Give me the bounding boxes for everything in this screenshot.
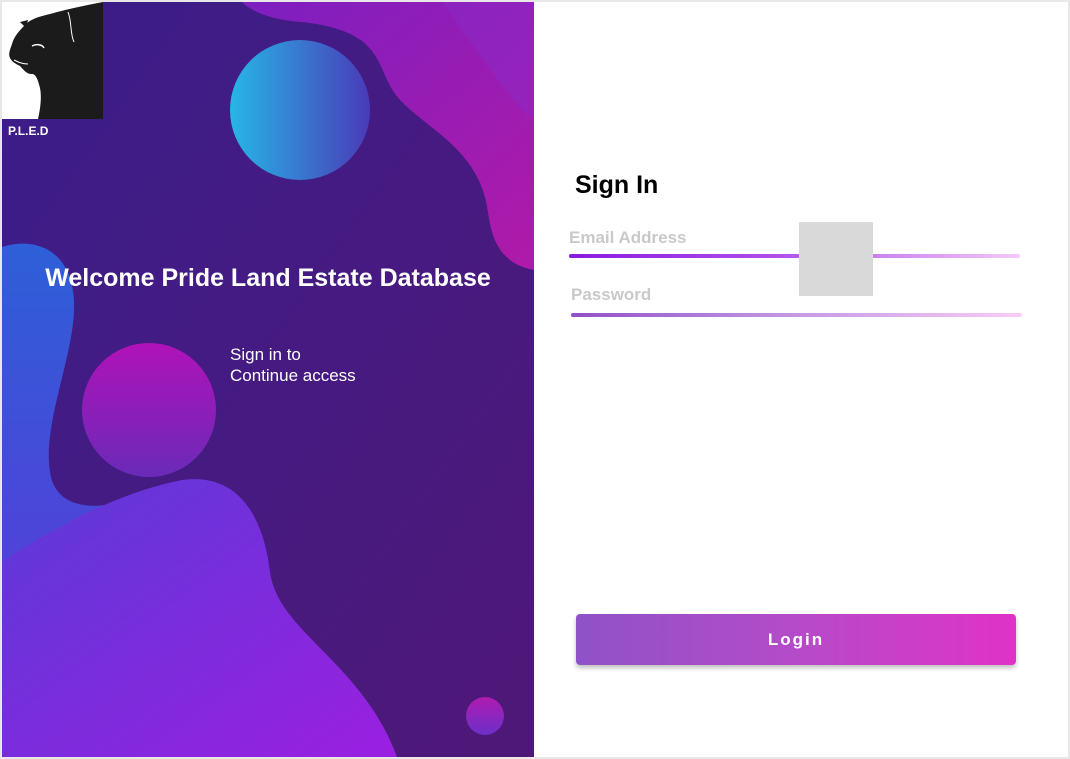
brand-name: P.L.E.D (8, 124, 49, 138)
image-placeholder (799, 222, 873, 296)
welcome-panel: P.L.E.D Welcome Pride Land Estate Databa… (2, 2, 534, 757)
password-field[interactable] (571, 282, 1021, 308)
welcome-title: Welcome Pride Land Estate Database (45, 264, 491, 292)
signin-title: Sign In (575, 171, 659, 199)
logo (2, 2, 103, 119)
panther-logo-icon (2, 2, 103, 119)
email-field[interactable] (569, 225, 1019, 251)
email-underline (569, 254, 1020, 258)
password-underline (571, 313, 1022, 317)
subtitle-line-2: Continue access (230, 366, 356, 385)
welcome-subtitle: Sign in to Continue access (230, 344, 356, 386)
app-window: P.L.E.D Welcome Pride Land Estate Databa… (2, 2, 1068, 757)
subtitle-line-1: Sign in to (230, 345, 301, 364)
login-button[interactable]: Login (576, 614, 1016, 665)
